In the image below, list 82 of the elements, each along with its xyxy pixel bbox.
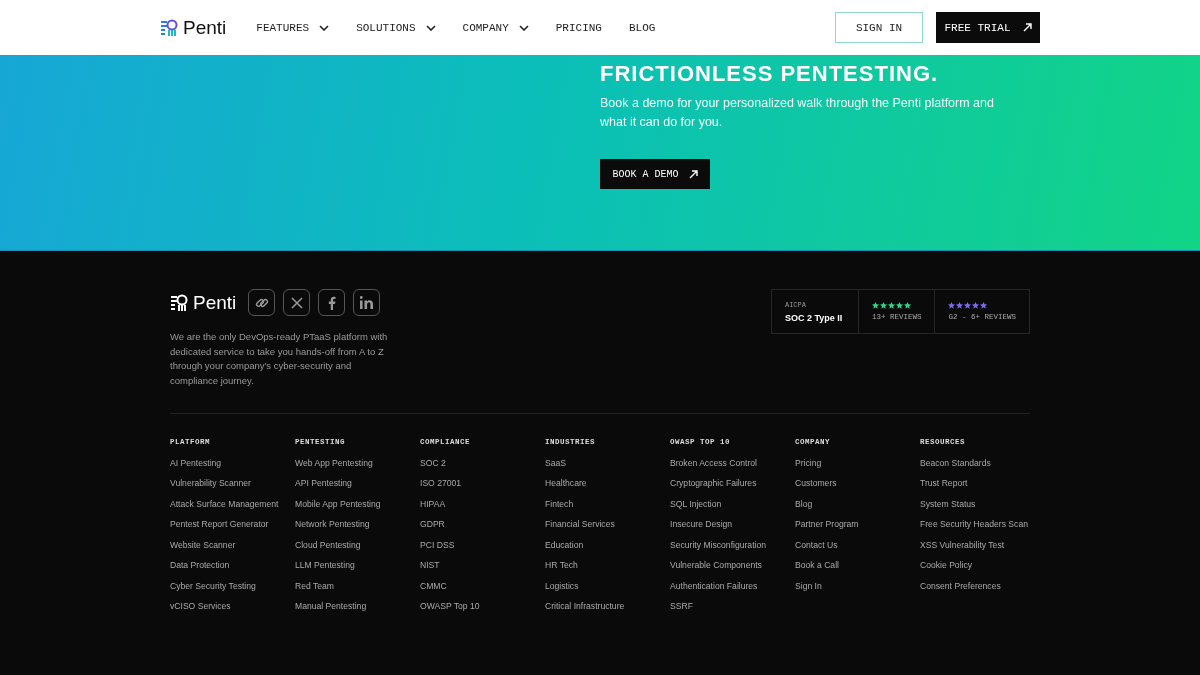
footer-link[interactable]: HR Tech: [545, 559, 657, 572]
x-social-button[interactable]: [283, 289, 311, 316]
facebook-social-button[interactable]: [318, 289, 346, 316]
footer-link[interactable]: HIPAA: [420, 497, 532, 511]
nav-link[interactable]: BLOG: [629, 21, 656, 34]
chevron-down-icon: [319, 24, 330, 31]
footer-link[interactable]: Book a Call: [795, 559, 907, 572]
footer-link[interactable]: Financial Services: [545, 518, 657, 531]
logo-text[interactable]: Penti: [193, 291, 237, 314]
footer-link[interactable]: Customers: [795, 477, 907, 490]
footer-link[interactable]: Broken Access Control: [670, 456, 782, 470]
footer-link[interactable]: Blog: [795, 497, 907, 511]
footer-link[interactable]: Attack Surface Management: [170, 497, 282, 511]
chevron-down-icon: [425, 24, 436, 31]
footer-link[interactable]: vCISO Services: [170, 600, 282, 613]
footer-link[interactable]: SSRF: [670, 600, 782, 613]
footer-link[interactable]: Authentication Failures: [670, 579, 782, 593]
footer-link[interactable]: Consent Preferences: [920, 579, 1032, 593]
logo-text[interactable]: Penti: [183, 16, 227, 39]
footer-link[interactable]: LLM Pentesting: [295, 559, 407, 572]
footer-link[interactable]: CMMC: [420, 579, 532, 593]
linkedin-social-button[interactable]: [353, 289, 381, 316]
footer-link[interactable]: Contact Us: [795, 538, 907, 552]
footer-link[interactable]: Partner Program: [795, 518, 907, 531]
footer-link[interactable]: Critical Infrastructure: [545, 600, 657, 613]
logo-icon: [160, 18, 178, 37]
footer-link[interactable]: Pentest Report Generator: [170, 518, 282, 531]
footer-link[interactable]: System Status: [920, 497, 1032, 511]
hero-heading: FRICTIONLESS PENTESTING.: [600, 62, 940, 86]
book-demo-button[interactable]: BOOK A DEMO: [600, 159, 710, 189]
footer-link[interactable]: Healthcare: [545, 477, 657, 490]
footer-link[interactable]: ISO 27001: [420, 477, 532, 490]
nav-link[interactable]: FEATURES: [256, 21, 330, 34]
nav-link[interactable]: PRICING: [555, 21, 602, 34]
footer-link[interactable]: Education: [545, 538, 657, 552]
footer-link[interactable]: API Pentesting: [295, 477, 407, 490]
footer-link[interactable]: NIST: [420, 559, 532, 572]
arrow-up-right-icon: [1022, 23, 1032, 32]
sign-in-button[interactable]: SIGN IN: [835, 12, 923, 43]
badge-title: SOC 2 Type II: [784, 312, 844, 323]
nav-link[interactable]: SOLUTIONS: [356, 21, 436, 34]
footer-link[interactable]: Free Security Headers Scan: [920, 518, 1032, 531]
footer-link[interactable]: Insecure Design: [670, 518, 782, 531]
facebook-icon: [327, 295, 336, 310]
footer-link[interactable]: Logistics: [545, 579, 657, 593]
footer-link[interactable]: Sign In: [795, 579, 907, 593]
footer-link[interactable]: Beacon Standards: [920, 456, 1032, 470]
footer-link[interactable]: Cryptographic Failures: [670, 477, 782, 490]
footer-link[interactable]: Website Scanner: [170, 538, 282, 552]
footer-link[interactable]: GDPR: [420, 518, 532, 531]
footer-link[interactable]: Pricing: [795, 456, 907, 470]
hero-text: Book a demo for your personalized walk through the Penti platform and what it can do for you.: [600, 95, 995, 131]
footer-link[interactable]: Cloud Pentesting: [295, 538, 407, 552]
footer-link[interactable]: Vulnerability Scanner: [170, 477, 282, 490]
footer-link[interactable]: XSS Vulnerability Test: [920, 538, 1032, 552]
footer-link[interactable]: SOC 2: [420, 456, 532, 470]
free-trial-button[interactable]: FREE TRIAL: [936, 12, 1040, 43]
footer-link[interactable]: SaaS: [545, 456, 657, 470]
footer-link[interactable]: AI Pentesting: [170, 456, 282, 470]
chevron-down-icon: [518, 24, 529, 31]
footer-link[interactable]: Vulnerable Components: [670, 559, 782, 572]
footer-link[interactable]: Fintech: [545, 497, 657, 511]
nav-link[interactable]: COMPANY: [462, 21, 529, 34]
arrow-up-right-icon: [688, 169, 698, 179]
linkedin-icon: [360, 296, 374, 309]
footer-link[interactable]: Security Misconfiguration: [670, 538, 782, 552]
logo-icon: [170, 293, 188, 312]
link-button[interactable]: [248, 289, 276, 316]
footer-link[interactable]: Network Pentesting: [295, 518, 407, 531]
footer-link[interactable]: Trust Report: [920, 477, 1032, 490]
footer-link[interactable]: Web App Pentesting: [295, 456, 407, 470]
footer-link[interactable]: Mobile App Pentesting: [295, 497, 407, 511]
footer-link[interactable]: OWASP Top 10: [420, 600, 532, 613]
company-description: We are the only DevOps-ready PTaaS platform with dedicated service to take you hands-off from A to Z through your company's cyber-security and compliance journey.: [170, 330, 389, 389]
footer-link[interactable]: Red Team: [295, 579, 407, 593]
footer-link[interactable]: SQL Injection: [670, 497, 782, 511]
x-logo-icon: [290, 296, 303, 309]
footer-link[interactable]: PCI DSS: [420, 538, 532, 552]
footer-link[interactable]: Cyber Security Testing: [170, 579, 282, 593]
footer-link[interactable]: Cookie Policy: [920, 559, 1032, 572]
footer-link[interactable]: Data Protection: [170, 559, 282, 572]
footer-link[interactable]: Manual Pentesting: [295, 600, 407, 613]
